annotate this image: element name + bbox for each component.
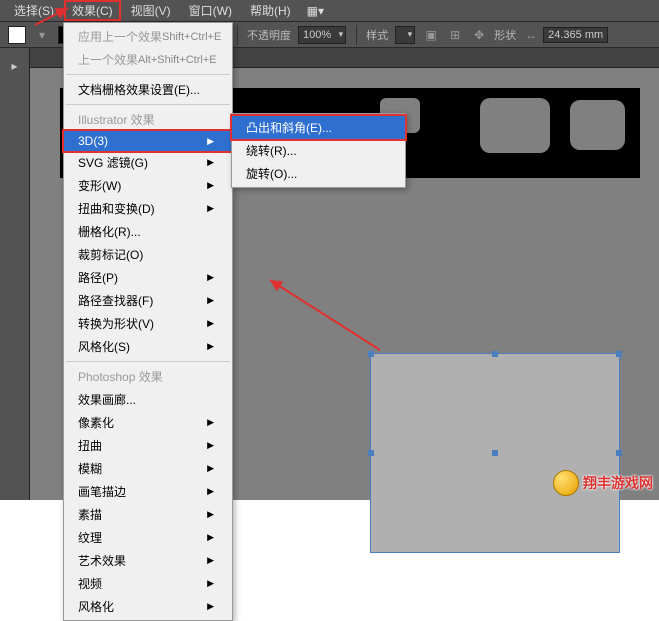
menu-path[interactable]: 路径(P) [64,266,232,289]
menu-window[interactable]: 窗口(W) [181,0,240,21]
separator [237,25,238,45]
menu-bar: 选择(S) 效果(C) 视图(V) 窗口(W) 帮助(H) ▦ ▾ [0,0,659,22]
resize-handle[interactable] [368,450,374,456]
menu-pixelate[interactable]: 像素化 [64,411,232,434]
style-label: 样式 [366,27,388,43]
submenu-revolve[interactable]: 绕转(R)... [232,139,405,162]
menu-stylize-ps[interactable]: 风格化 [64,595,232,618]
selection-rectangle[interactable] [370,353,620,553]
menu-select[interactable]: 选择(S) [6,0,62,21]
3d-submenu: 凸出和斜角(E)... 绕转(R)... 旋转(O)... [231,113,406,188]
menu-texture[interactable]: 纹理 [64,526,232,549]
menu-video[interactable]: 视频 [64,572,232,595]
tool-strip: ▸ [0,48,30,500]
watermark: 翔丰游戏网 [553,470,653,496]
menu-blur[interactable]: 模糊 [64,457,232,480]
menu-svg-filters[interactable]: SVG 滤镜(G) [64,151,232,174]
submenu-rotate[interactable]: 旋转(O)... [232,162,405,185]
menu-section-illustrator: Illustrator 效果 [64,108,232,131]
effects-menu: 应用上一个效果 Shift+Ctrl+E 上一个效果 Alt+Shift+Ctr… [63,22,233,621]
selection-tool[interactable]: ▸ [3,54,27,78]
toolbar-caret-icon[interactable]: ▾ [318,4,324,18]
menu-effects[interactable]: 效果(C) [64,0,121,21]
menu-effect-gallery[interactable]: 效果画廊... [64,388,232,411]
menu-rasterize[interactable]: 栅格化(R)... [64,220,232,243]
menu-warp[interactable]: 变形(W) [64,174,232,197]
fill-dropdown-icon[interactable]: ▾ [32,25,52,45]
shape-label: 形状 [494,27,516,43]
menu-separator [66,104,230,105]
resize-handle[interactable] [492,351,498,357]
align-icon-2[interactable]: ⊞ [445,25,465,45]
transform-icon[interactable]: ✥ [469,25,489,45]
align-icon[interactable]: ▣ [421,25,441,45]
style-combo[interactable] [395,26,415,44]
opacity-combo[interactable]: 100% [298,26,346,44]
watermark-logo-icon [553,470,579,496]
menu-section-photoshop: Photoshop 效果 [64,365,232,388]
menu-doc-raster-settings[interactable]: 文档栅格效果设置(E)... [64,78,232,101]
menu-help[interactable]: 帮助(H) [242,0,299,21]
center-handle[interactable] [492,450,498,456]
menu-convert-shape[interactable]: 转换为形状(V) [64,312,232,335]
menu-3d[interactable]: 3D(3) [64,131,232,151]
watermark-text: 翔丰游戏网 [583,473,653,493]
menu-stylize-ill[interactable]: 风格化(S) [64,335,232,358]
menu-view[interactable]: 视图(V) [123,0,179,21]
menu-pathfinder[interactable]: 路径查找器(F) [64,289,232,312]
width-link-icon[interactable]: ↔ [521,25,541,45]
fill-swatch[interactable] [8,26,26,44]
resize-handle[interactable] [368,351,374,357]
opacity-label: 不透明度 [247,27,291,43]
menu-sketch[interactable]: 素描 [64,503,232,526]
resize-handle[interactable] [616,450,622,456]
resize-handle[interactable] [616,351,622,357]
menu-artistic[interactable]: 艺术效果 [64,549,232,572]
separator [356,25,357,45]
submenu-extrude-bevel[interactable]: 凸出和斜角(E)... [232,116,405,139]
menu-crop-marks[interactable]: 裁剪标记(O) [64,243,232,266]
menu-distort-transform[interactable]: 扭曲和变换(D) [64,197,232,220]
menu-distort[interactable]: 扭曲 [64,434,232,457]
menu-apply-last-effect[interactable]: 应用上一个效果 Shift+Ctrl+E [64,25,232,48]
menu-separator [66,361,230,362]
width-value[interactable]: 24.365 mm [543,27,608,43]
menu-separator [66,74,230,75]
menu-last-effect[interactable]: 上一个效果 Alt+Shift+Ctrl+E [64,48,232,71]
toolbar-icon[interactable]: ▦ [307,4,318,18]
